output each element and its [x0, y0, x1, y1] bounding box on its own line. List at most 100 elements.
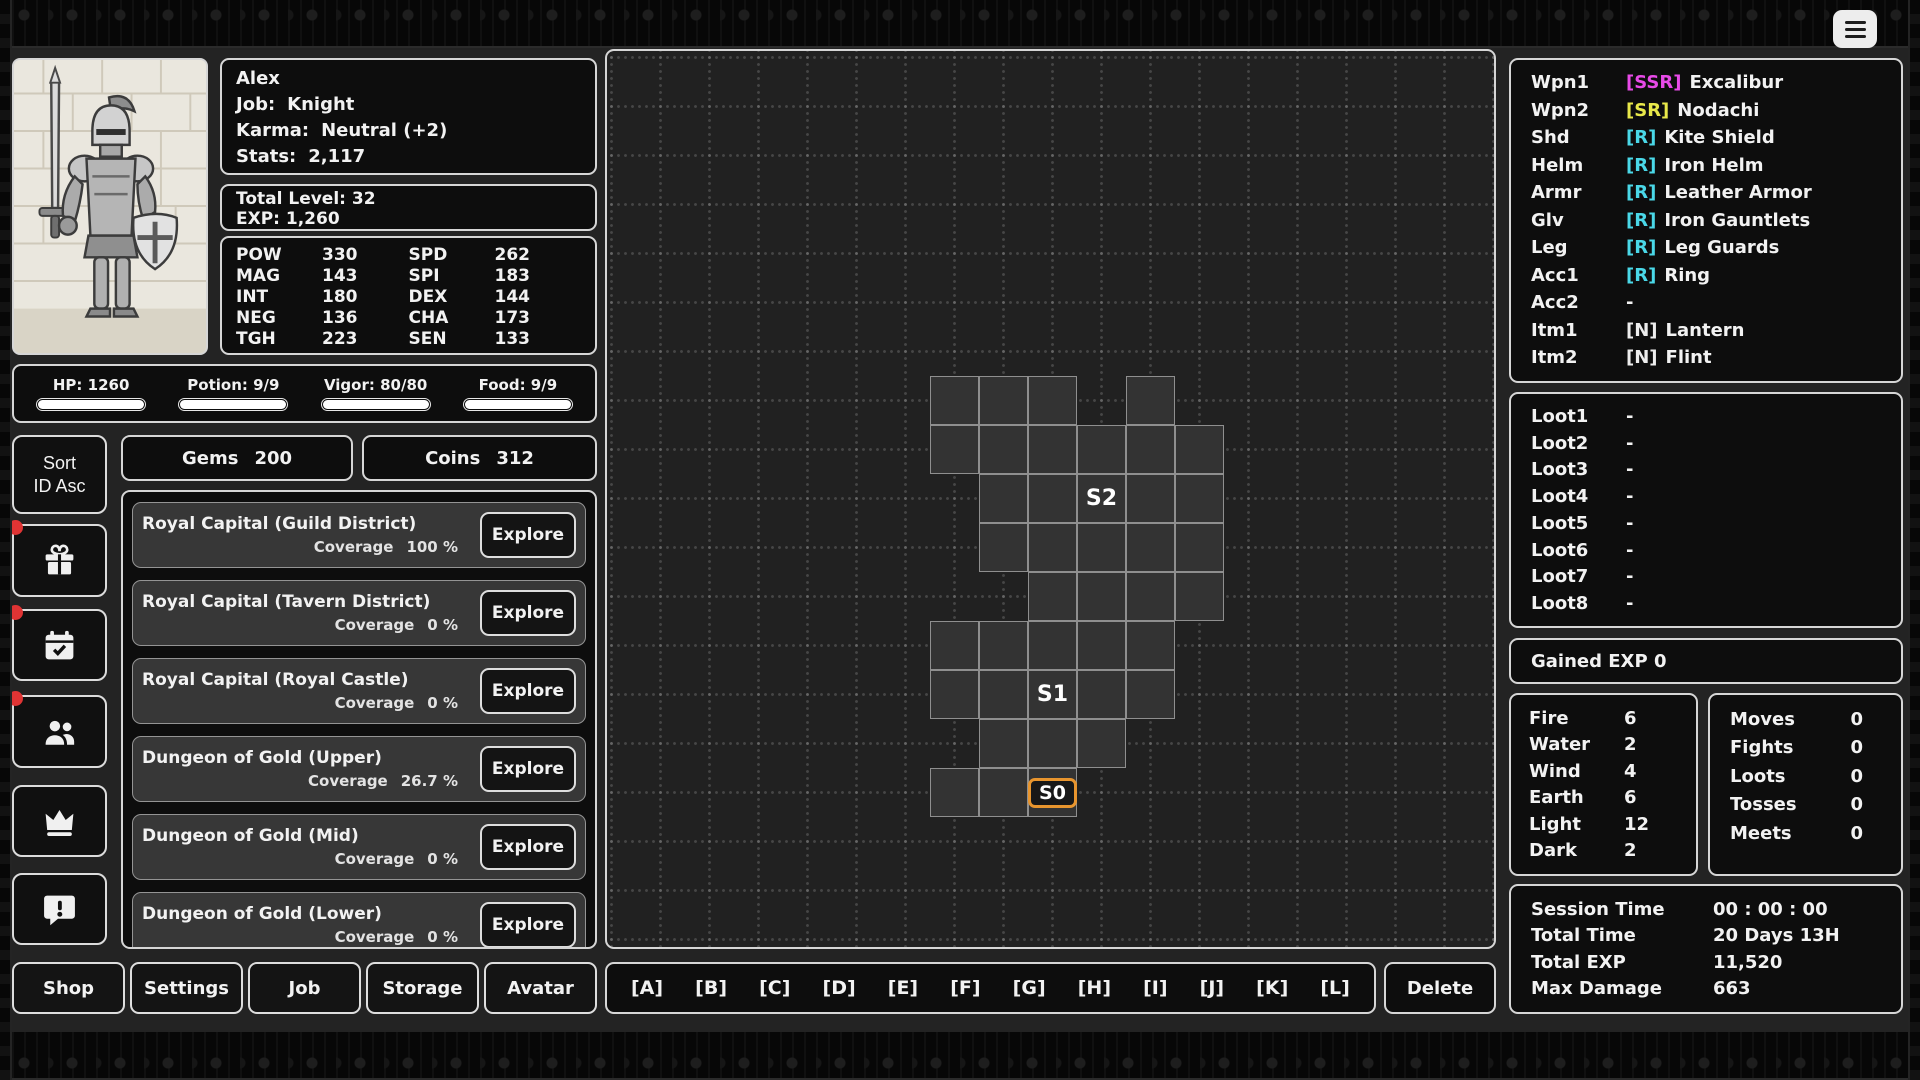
loot-value: -: [1626, 459, 1633, 480]
loot-slot: Loot1: [1511, 406, 1626, 427]
attribute-row: INT 180: [236, 287, 409, 308]
slot-button[interactable]: [J]: [1200, 977, 1224, 999]
location-row[interactable]: Royal Capital (Royal Castle) Coverage 0 …: [132, 658, 586, 724]
slot-button[interactable]: [H]: [1078, 977, 1111, 999]
equipment-slot: Armr: [1511, 182, 1626, 203]
attribute-row: DEX 144: [409, 287, 582, 308]
equipment-slot: Helm: [1511, 155, 1626, 176]
map-room-tile: [1028, 425, 1077, 474]
session-value: 00 : 00 : 00: [1713, 899, 1828, 920]
slot-button[interactable]: [D]: [823, 977, 856, 999]
footer-button[interactable]: Avatar: [484, 962, 597, 1014]
resource-bar-fill: [38, 400, 144, 409]
footer-button[interactable]: Shop: [12, 962, 125, 1014]
resource-bar-label: Food: 9/9: [479, 376, 558, 394]
explore-button[interactable]: Explore: [480, 824, 576, 870]
counter-value: 0: [1850, 766, 1901, 787]
counter-name: Fights: [1710, 737, 1850, 758]
slot-button[interactable]: [F]: [950, 977, 980, 999]
coverage-value: 0 %: [427, 616, 458, 634]
daily-calendar-button[interactable]: [12, 609, 107, 681]
gift-button[interactable]: [12, 524, 107, 597]
counter-value: 0: [1850, 794, 1901, 815]
location-row[interactable]: Royal Capital (Guild District) Coverage …: [132, 502, 586, 568]
equipment-row: Glv [R]Iron Gauntlets: [1511, 207, 1901, 235]
map-room-tile: [930, 621, 979, 670]
social-button[interactable]: [12, 695, 107, 768]
locations-panel: Royal Capital (Guild District) Coverage …: [121, 490, 597, 949]
delete-button[interactable]: Delete: [1384, 962, 1496, 1014]
footer-button[interactable]: Settings: [130, 962, 243, 1014]
loot-row: Loot5 -: [1511, 510, 1901, 537]
map-stage-label-text: S2: [1086, 486, 1117, 511]
attribute-name: TGH: [236, 329, 322, 350]
map-room-tile: [1077, 425, 1126, 474]
slot-button[interactable]: [G]: [1013, 977, 1046, 999]
resource-bar-track: [463, 398, 573, 411]
rarity-tag: [SSR]: [1626, 72, 1681, 93]
notices-button[interactable]: [12, 873, 107, 945]
attribute-name: CHA: [409, 308, 495, 329]
equipment-row: Itm1 [N]Lantern: [1511, 317, 1901, 345]
element-name: Dark: [1511, 840, 1624, 861]
slot-button[interactable]: [B]: [695, 977, 727, 999]
explore-button[interactable]: Explore: [480, 746, 576, 792]
slot-button[interactable]: [C]: [759, 977, 790, 999]
location-title: Dungeon of Gold (Upper): [142, 748, 470, 768]
map-room-tile: [1028, 376, 1077, 425]
attribute-row: SEN 133: [409, 329, 582, 350]
counters-panel: Moves 0 Fights 0 Loots 0 Tosses 0 Meets …: [1708, 693, 1903, 876]
slot-button[interactable]: [E]: [888, 977, 918, 999]
gems-display: Gems 200: [121, 435, 353, 481]
element-row: Dark 2: [1511, 838, 1696, 865]
ornamental-border-left: [0, 0, 12, 1080]
explore-button[interactable]: Explore: [480, 512, 576, 558]
sort-label-line1: Sort: [43, 452, 76, 475]
attribute-name: SEN: [409, 329, 495, 350]
equipment-panel: Wpn1 [SSR]Excalibur Wpn2 [SR]Nodachi Shd…: [1509, 58, 1903, 383]
resource-bar-label: Vigor: 80/80: [324, 376, 427, 394]
map-room-tile: [1077, 523, 1126, 572]
users-icon: [41, 713, 78, 750]
sort-button[interactable]: Sort ID Asc: [12, 435, 107, 514]
equipment-slot: Shd: [1511, 127, 1626, 148]
counter-row: Loots 0: [1710, 762, 1901, 791]
element-row: Fire 6: [1511, 705, 1696, 732]
ranking-button[interactable]: [12, 785, 107, 857]
map-room-tile: [1175, 523, 1224, 572]
map-stage-label-s2[interactable]: S2: [1077, 474, 1126, 523]
footer-button[interactable]: Storage: [366, 962, 479, 1014]
location-row[interactable]: Dungeon of Gold (Upper) Coverage 26.7 % …: [132, 736, 586, 802]
equipment-slot: Wpn2: [1511, 100, 1626, 121]
location-row[interactable]: Dungeon of Gold (Lower) Coverage 0 % Exp…: [132, 892, 586, 949]
attributes-panel: POW 330 MAG 143 INT 180 NEG 136: [220, 236, 597, 355]
loot-value: -: [1626, 486, 1633, 507]
attribute-value: 133: [495, 329, 531, 350]
map-stage-label-s1[interactable]: S1: [1028, 670, 1077, 719]
explore-button[interactable]: Explore: [480, 902, 576, 948]
rarity-tag: [R]: [1626, 210, 1656, 231]
coverage-label: Coverage: [335, 850, 415, 868]
map-room-tile: [1028, 719, 1077, 768]
coins-display: Coins 312: [362, 435, 597, 481]
attribute-row: SPD 262: [409, 245, 582, 266]
map-room-tile: [979, 719, 1028, 768]
slot-button[interactable]: [K]: [1256, 977, 1288, 999]
footer-button[interactable]: Job: [248, 962, 361, 1014]
menu-button[interactable]: [1833, 10, 1877, 48]
equipment-row: Armr [R]Leather Armor: [1511, 179, 1901, 207]
map-room-tile: [930, 670, 979, 719]
loot-value: -: [1626, 513, 1633, 534]
map-stage-label-s0[interactable]: S0: [1028, 768, 1077, 817]
counter-value: 0: [1850, 823, 1901, 844]
slot-button[interactable]: [A]: [631, 977, 663, 999]
resource-bar-fill: [180, 400, 286, 409]
location-row[interactable]: Royal Capital (Tavern District) Coverage…: [132, 580, 586, 646]
gained-exp-label: Gained EXP: [1511, 651, 1654, 672]
slot-button[interactable]: [I]: [1143, 977, 1167, 999]
explore-button[interactable]: Explore: [480, 590, 576, 636]
slot-button[interactable]: [L]: [1320, 977, 1349, 999]
attribute-name: NEG: [236, 308, 322, 329]
explore-button[interactable]: Explore: [480, 668, 576, 714]
location-row[interactable]: Dungeon of Gold (Mid) Coverage 0 % Explo…: [132, 814, 586, 880]
